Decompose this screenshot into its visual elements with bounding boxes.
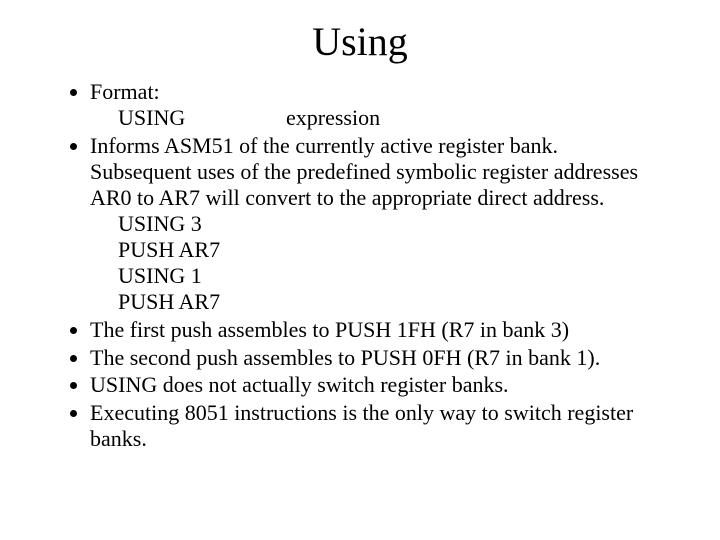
bullet-format: Format: USINGexpression <box>90 79 660 131</box>
code-line-1: USING 3 <box>118 211 660 237</box>
code-line-2: PUSH AR7 <box>118 237 660 263</box>
format-line: USINGexpression <box>118 105 660 131</box>
bullet-informs: Informs ASM51 of the currently active re… <box>90 133 660 315</box>
bullet-format-text: Format: <box>90 79 160 104</box>
bullet-first-push: The first push assembles to PUSH 1FH (R7… <box>90 317 660 343</box>
code-line-3: USING 1 <box>118 263 660 289</box>
bullet-executing: Executing 8051 instructions is the only … <box>90 400 660 452</box>
slide-title: Using <box>0 18 720 65</box>
bullet-not-switch: USING does not actually switch register … <box>90 372 660 398</box>
code-line-4: PUSH AR7 <box>118 289 660 315</box>
slide: Using Format: USINGexpression Informs AS… <box>0 18 720 540</box>
bullet-list: Format: USINGexpression Informs ASM51 of… <box>66 79 720 452</box>
bullet-informs-text: Informs ASM51 of the currently active re… <box>90 133 638 210</box>
format-arg: expression <box>286 105 380 130</box>
format-keyword: USING <box>118 105 286 131</box>
bullet-second-push: The second push assembles to PUSH 0FH (R… <box>90 345 660 371</box>
